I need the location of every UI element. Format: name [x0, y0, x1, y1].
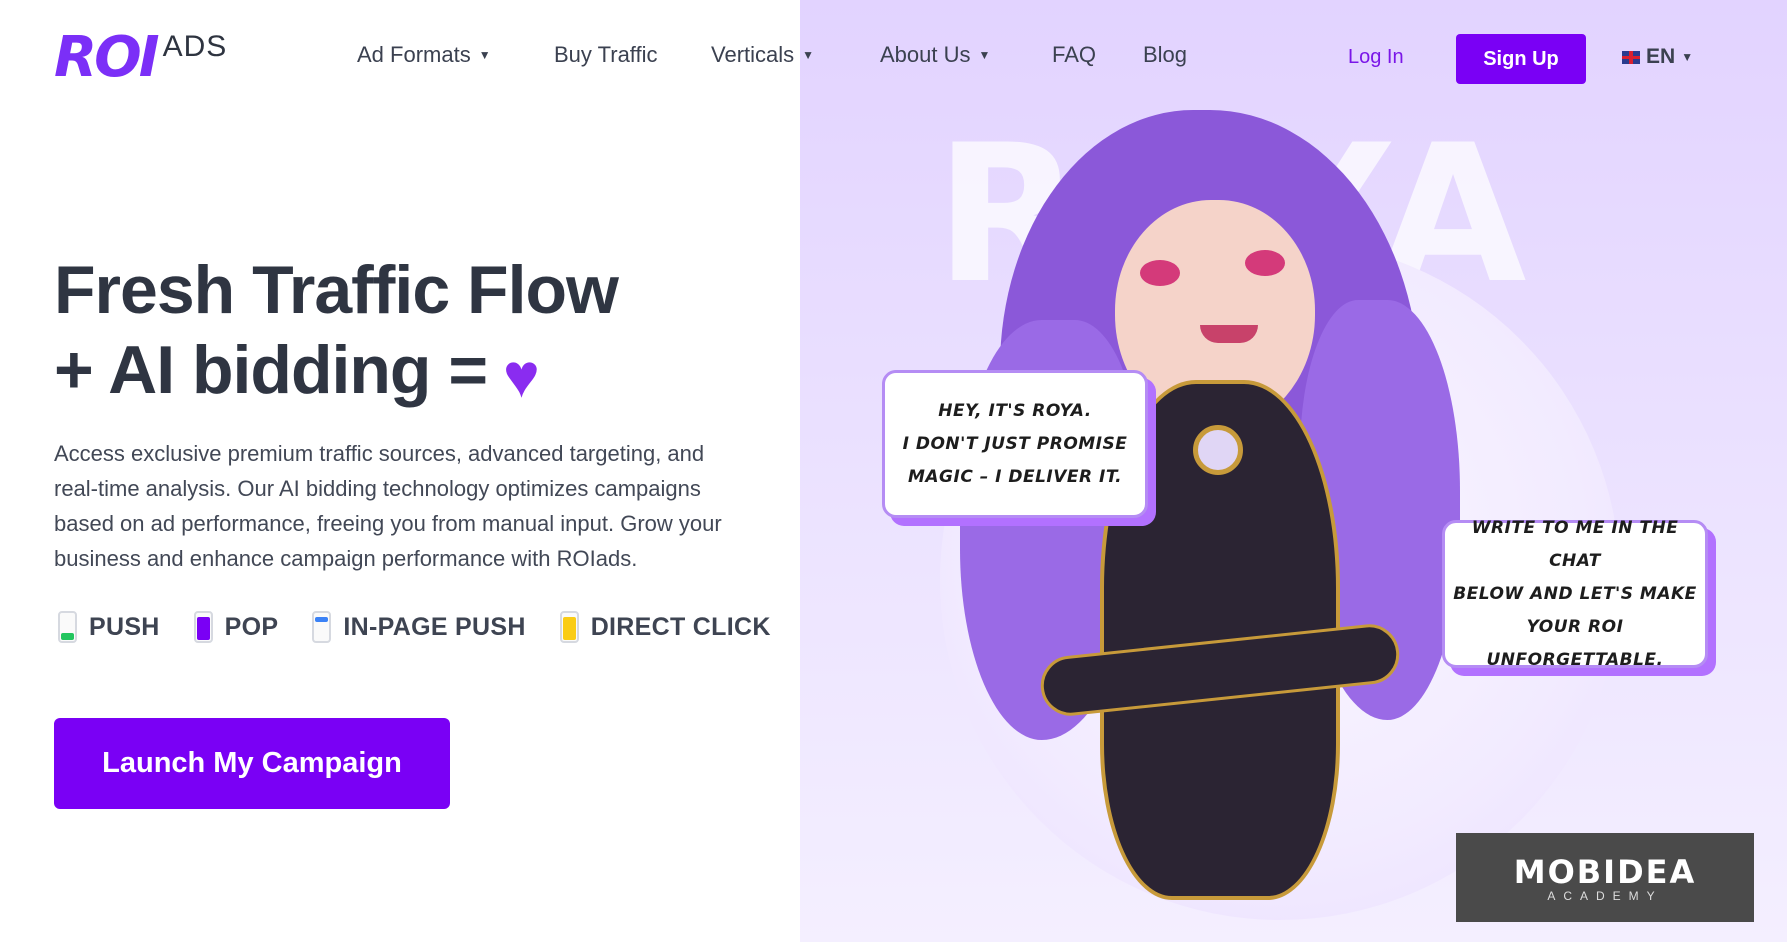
nav-about-us[interactable]: About Us ▼ — [880, 42, 990, 68]
nav-item-label: FAQ — [1052, 42, 1097, 67]
nav-item-label: Verticals — [711, 42, 795, 67]
bubble-line: BELOW AND LET'S MAKE — [1453, 583, 1697, 604]
chevron-down-icon: ▼ — [978, 48, 991, 62]
login-link[interactable]: Log In — [1348, 46, 1404, 69]
format-label: IN-PAGE PUSH — [343, 612, 526, 641]
hero-description: Access exclusive premium traffic sources… — [54, 441, 722, 571]
character-left-eye — [1140, 260, 1180, 286]
speech-bubble-chat: WRITE TO ME IN THE CHAT BELOW AND LET'S … — [1442, 518, 1708, 670]
nav-verticals[interactable]: Verticals ▼ — [711, 42, 814, 68]
nav-item-label: Buy Traffic — [554, 42, 658, 67]
bubble-line: HEY, IT'S ROYA. — [938, 400, 1092, 421]
bubble-line: I DON'T JUST PROMISE — [902, 433, 1128, 454]
bubble-line: MAGIC – I DELIVER IT. — [907, 466, 1123, 487]
headline-line-1: Fresh Traffic Flow — [54, 252, 619, 328]
chevron-down-icon: ▼ — [478, 48, 491, 62]
format-label: PUSH — [89, 612, 160, 641]
character-right-eye — [1245, 250, 1285, 276]
mobidea-sub: ACADEMY — [1547, 888, 1663, 903]
logo-ads: ADS — [162, 30, 228, 63]
hero-headline: Fresh Traffic Flow + AI bidding = ♥ — [54, 250, 619, 417]
mobidea-academy-badge: MOBIDEA ACADEMY — [1456, 833, 1754, 922]
nav-buy-traffic[interactable]: Buy Traffic — [554, 42, 658, 68]
format-in-page-push[interactable]: IN-PAGE PUSH — [312, 611, 525, 643]
roiads-logo[interactable]: ROI ADS — [54, 28, 227, 88]
logo-mark: ROI — [54, 25, 160, 90]
format-label: POP — [224, 612, 279, 641]
format-push[interactable]: PUSH — [58, 611, 160, 643]
pop-phone-icon — [193, 611, 213, 643]
inpage-phone-icon — [312, 611, 332, 643]
speech-bubble-intro: HEY, IT'S ROYA. I DON'T JUST PROMISE MAG… — [882, 370, 1148, 518]
push-phone-icon — [58, 611, 77, 643]
bubble-line: YOUR ROI UNFORGETTABLE. — [1486, 616, 1664, 670]
chevron-down-icon: ▼ — [1681, 50, 1694, 64]
character-gem — [1193, 425, 1243, 475]
nav-item-label: Blog — [1143, 42, 1188, 67]
format-pop[interactable]: POP — [193, 611, 279, 643]
signup-button[interactable]: Sign Up — [1456, 34, 1586, 84]
bubble-line: WRITE TO ME IN THE CHAT — [1471, 517, 1679, 571]
headline-line-2: + AI bidding = — [54, 332, 488, 408]
purple-heart-icon: ♥ — [503, 342, 540, 411]
mobidea-name: MOBIDEA — [1513, 852, 1697, 891]
uk-flag-icon — [1622, 50, 1640, 64]
nav-item-label: Ad Formats — [357, 42, 471, 67]
format-label: DIRECT CLICK — [590, 612, 771, 641]
language-selector[interactable]: EN ▼ — [1622, 45, 1693, 69]
chevron-down-icon: ▼ — [802, 48, 815, 62]
format-direct-click[interactable]: DIRECT CLICK — [559, 611, 771, 643]
direct-click-phone-icon — [559, 611, 579, 643]
nav-faq[interactable]: FAQ — [1052, 42, 1096, 68]
nav-blog[interactable]: Blog — [1143, 42, 1187, 68]
nav-item-label: About Us — [880, 42, 971, 67]
nav-ad-formats[interactable]: Ad Formats ▼ — [357, 42, 491, 68]
launch-campaign-button[interactable]: Launch My Campaign — [54, 718, 450, 809]
language-label: EN — [1646, 45, 1676, 68]
ad-format-list: PUSH POP IN-PAGE PUSH DIRECT CLICK — [58, 611, 771, 643]
character-mouth — [1200, 325, 1258, 343]
